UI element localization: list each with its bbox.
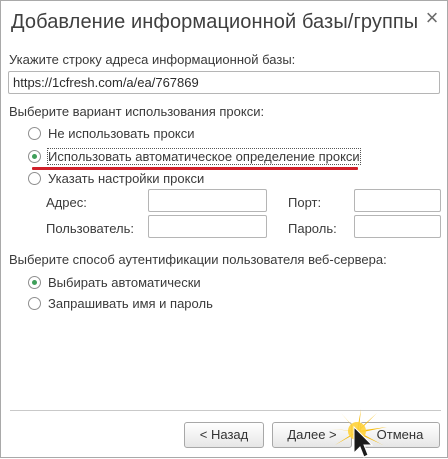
mouse-pointer-icon [331,409,387,458]
radio-auth-ask[interactable]: Запрашивать имя и пароль [28,294,213,312]
radio-manual-proxy[interactable]: Указать настройки прокси [28,169,204,187]
radio-auto-proxy[interactable]: Использовать автоматическое определение … [28,147,361,165]
radio-button[interactable] [28,296,41,310]
radio-auth-ask-label: Запрашивать имя и пароль [48,295,213,311]
address-label: Укажите строку адреса информационной баз… [9,52,296,67]
dialog-title: Добавление информационной базы/группы [11,11,419,33]
address-input[interactable]: https://1cfresh.com/a/ea/767869 [8,71,440,94]
radio-manual-proxy-label: Указать настройки прокси [48,170,205,186]
radio-no-proxy-label: Не использовать прокси [48,125,195,141]
proxy-label: Выберите вариант использования прокси: [9,104,265,119]
radio-auth-auto[interactable]: Выбирать автоматически [28,273,201,291]
radio-button-checked[interactable] [28,149,41,163]
proxy-user-label: Пользователь: [46,221,134,236]
proxy-port-input[interactable] [354,189,441,212]
proxy-user-input[interactable] [148,215,267,238]
radio-button-checked[interactable] [28,275,41,289]
radio-no-proxy[interactable]: Не использовать прокси [28,124,195,142]
proxy-password-input[interactable] [354,215,441,238]
proxy-password-label: Пароль: [288,221,337,236]
auth-label: Выберите способ аутентификации пользоват… [9,252,387,267]
proxy-address-label: Адрес: [46,195,87,210]
proxy-port-label: Порт: [288,195,322,210]
radio-button[interactable] [28,126,41,140]
close-icon[interactable]: × [422,7,442,29]
proxy-address-input[interactable] [148,189,267,212]
radio-auth-auto-label: Выбирать автоматически [48,274,201,290]
dialog-window: Добавление информационной базы/группы × … [0,0,448,458]
radio-auto-proxy-label: Использовать автоматическое определение … [47,147,361,165]
radio-button[interactable] [28,171,41,185]
back-button[interactable]: < Назад [184,422,264,448]
